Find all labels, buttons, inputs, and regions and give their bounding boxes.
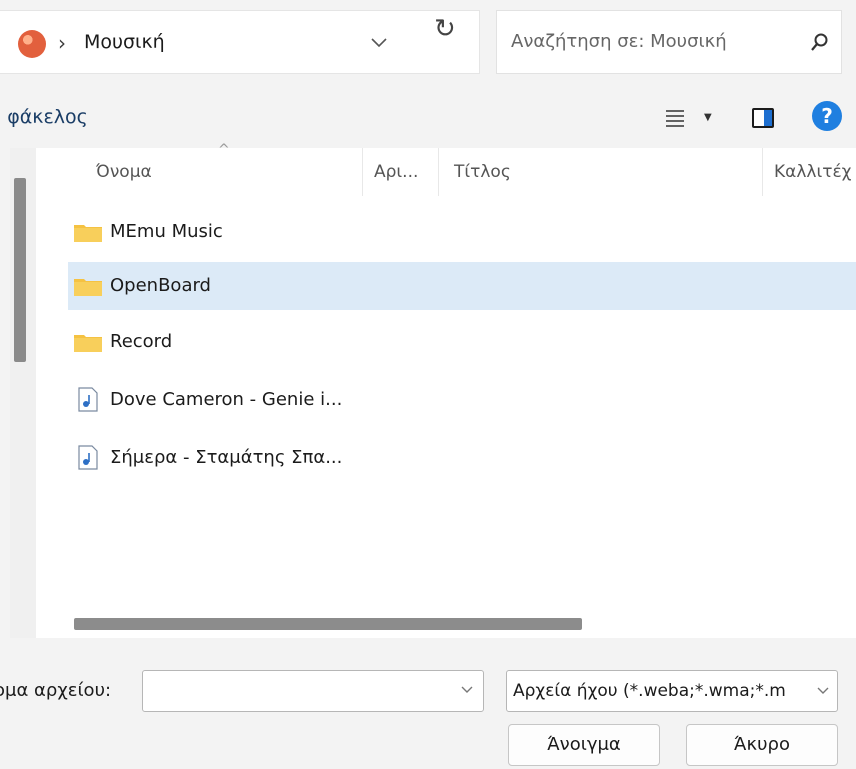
- file-name: MEmu Music: [110, 221, 223, 242]
- chevron-down-icon[interactable]: [459, 681, 475, 697]
- open-button[interactable]: Άνοιγμα: [508, 724, 660, 766]
- preview-pane-icon[interactable]: [752, 108, 774, 128]
- column-divider[interactable]: [438, 148, 439, 196]
- filetype-value: Αρχεία ήχου (*.weba;*.wma;*.m: [513, 681, 786, 701]
- file-row-dove-cameron[interactable]: Dove Cameron - Genie i...: [68, 376, 856, 424]
- filetype-select[interactable]: Αρχεία ήχου (*.weba;*.wma;*.m: [506, 670, 838, 712]
- chevron-down-icon[interactable]: [815, 682, 831, 698]
- folder-icon: [74, 225, 102, 242]
- horizontal-scrollbar-thumb[interactable]: [74, 618, 582, 630]
- music-folder-icon: [18, 30, 46, 58]
- folder-icon: [74, 335, 102, 352]
- filename-label: ομα αρχείου:: [0, 680, 112, 701]
- breadcrumb-location[interactable]: Μουσική: [84, 31, 165, 53]
- file-name: Dove Cameron - Genie i...: [110, 389, 343, 410]
- file-list: ^ Όνομα Αρι... Τίτλος Καλλιτέχ MEmu Musi…: [36, 142, 856, 638]
- column-divider[interactable]: [362, 148, 363, 196]
- chevron-down-icon[interactable]: [368, 31, 390, 53]
- address-bar[interactable]: › Μουσική: [0, 10, 480, 74]
- file-name: Σήμερα - Σταμάτης Σπα...: [110, 447, 343, 468]
- cancel-button[interactable]: Άκυρο: [686, 724, 838, 766]
- audio-file-icon: [78, 387, 98, 412]
- vertical-scrollbar-thumb[interactable]: [14, 178, 26, 362]
- sort-ascending-icon: ^: [218, 142, 230, 158]
- folder-icon: [74, 279, 102, 296]
- filename-input[interactable]: [142, 670, 484, 712]
- view-list-icon[interactable]: [664, 106, 686, 128]
- file-name: OpenBoard: [110, 275, 211, 296]
- view-dropdown-icon[interactable]: ▼: [704, 112, 712, 123]
- search-input[interactable]: Αναζήτηση σε: Μουσική: [511, 31, 727, 52]
- file-row-record[interactable]: Record: [68, 318, 856, 366]
- column-divider[interactable]: [762, 148, 763, 196]
- file-row-memu-music[interactable]: MEmu Music: [68, 208, 856, 256]
- search-box[interactable]: Αναζήτηση σε: Μουσική: [496, 10, 842, 74]
- audio-file-icon: [78, 445, 98, 470]
- file-row-simera[interactable]: Σήμερα - Σταμάτης Σπα...: [68, 434, 856, 482]
- refresh-button[interactable]: ↻: [434, 14, 456, 44]
- column-header-artist[interactable]: Καλλιτέχ: [774, 162, 851, 212]
- column-header-number[interactable]: Αρι...: [374, 162, 418, 212]
- column-header-name[interactable]: Όνομα: [96, 162, 152, 212]
- search-icon[interactable]: [809, 31, 831, 53]
- file-row-openboard[interactable]: OpenBoard: [68, 262, 856, 310]
- help-icon[interactable]: ?: [812, 101, 842, 131]
- new-folder-button[interactable]: ς φάκελος: [0, 106, 88, 128]
- breadcrumb-separator: ›: [58, 31, 66, 55]
- file-name: Record: [110, 331, 173, 352]
- column-header-title[interactable]: Τίτλος: [454, 162, 511, 212]
